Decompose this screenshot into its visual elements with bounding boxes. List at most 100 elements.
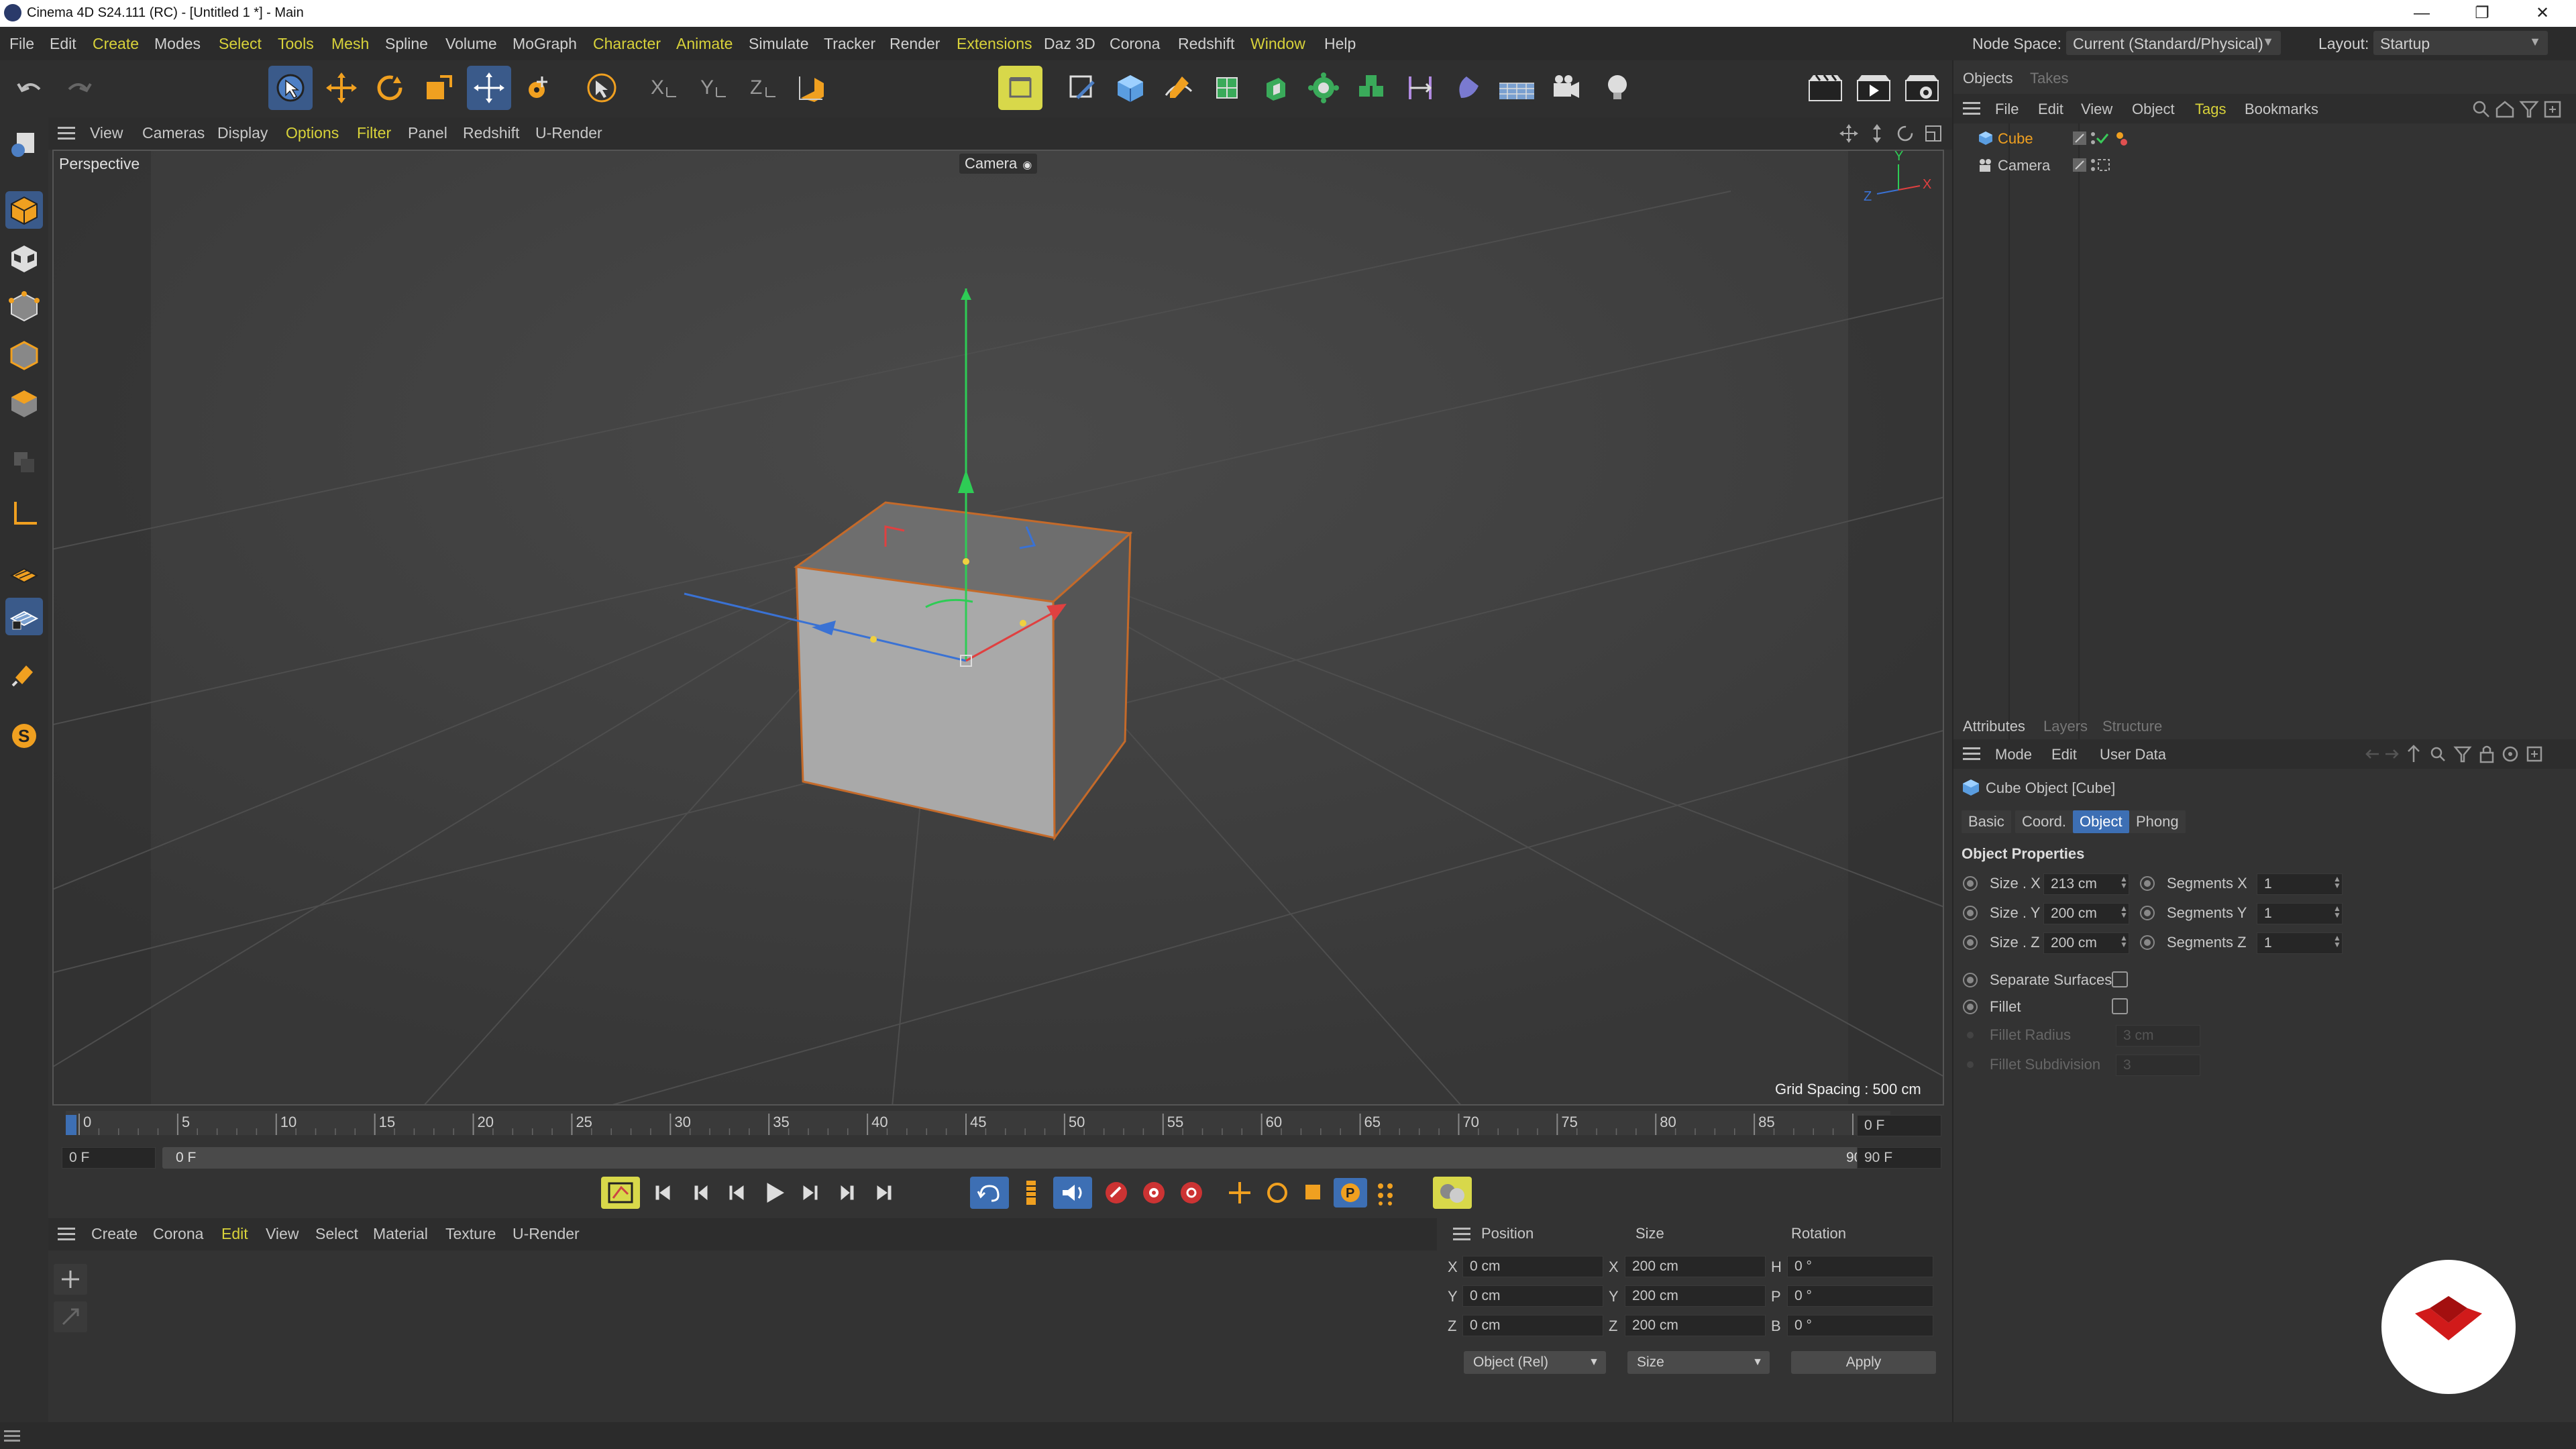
objects-menu-object[interactable]: Object [2132, 101, 2175, 118]
phong-tag-icon[interactable] [2116, 132, 2127, 146]
search-icon[interactable] [2430, 747, 2445, 761]
workplane-icon[interactable] [5, 555, 43, 592]
objects-menu-file[interactable]: File [1995, 101, 2019, 118]
animate-size-x-radio[interactable] [1963, 876, 1978, 891]
filter-icon[interactable] [2453, 746, 2472, 763]
maximize-view-icon[interactable] [1924, 124, 1943, 143]
extrude-icon[interactable] [1253, 66, 1297, 110]
animate-separate-surfaces-radio[interactable] [1963, 973, 1978, 987]
menu-create[interactable]: Create [93, 35, 139, 53]
viewport-menu-options[interactable]: Options [286, 124, 339, 142]
model-mode-icon[interactable] [5, 191, 43, 229]
viewport-menu-cameras[interactable]: Cameras [142, 124, 205, 142]
hamburger-menu-icon[interactable] [1453, 1228, 1470, 1230]
menu-volume[interactable]: Volume [445, 35, 497, 53]
live-selection-icon[interactable] [268, 66, 313, 110]
record-active-objects-icon[interactable] [1106, 1182, 1127, 1203]
tab-coord[interactable]: Coord. [2015, 810, 2074, 833]
3d-viewport[interactable]: Y Z X Perspective Camera ◉ Grid Spacing … [52, 150, 1944, 1106]
material-menu-corona[interactable]: Corona [153, 1225, 203, 1243]
lock-icon[interactable] [2479, 745, 2494, 763]
segments-x-stepper-icon[interactable]: ▲ ▼ [2333, 875, 2341, 890]
menu-spline[interactable]: Spline [385, 35, 428, 53]
rotate-icon[interactable] [368, 66, 412, 110]
segments-z-stepper-icon[interactable]: ▲ ▼ [2333, 934, 2341, 949]
tab-attributes[interactable]: Attributes [1963, 718, 2025, 735]
make-editable-icon[interactable] [5, 124, 43, 162]
menu-animate[interactable]: Animate [676, 35, 733, 53]
material-manager-area[interactable] [48, 1250, 1437, 1411]
animate-seg-x-radio[interactable] [2140, 876, 2155, 891]
segments-x-input[interactable]: 1 [2257, 873, 2343, 895]
axis-mode-icon[interactable] [5, 494, 43, 532]
sketch-icon[interactable] [1060, 66, 1104, 110]
hamburger-menu-icon[interactable] [4, 1430, 20, 1432]
tab-layers[interactable]: Layers [2043, 718, 2088, 735]
hamburger-menu-icon[interactable] [58, 1228, 75, 1230]
auto-keying-icon[interactable] [1143, 1182, 1165, 1203]
pan-view-icon[interactable] [1839, 124, 1858, 143]
material-menu-view[interactable]: View [266, 1225, 299, 1243]
subdivision-surface-icon[interactable] [1205, 66, 1249, 110]
menu-character[interactable]: Character [593, 35, 661, 53]
filter-icon[interactable] [2519, 101, 2539, 118]
tab-phong[interactable]: Phong [2129, 810, 2186, 833]
bulb-icon[interactable] [1595, 66, 1640, 110]
position-z-field[interactable]: 0 cm [1462, 1315, 1603, 1336]
size-z-field[interactable]: 200 cm [1625, 1315, 1766, 1336]
play-icon[interactable] [767, 1183, 784, 1203]
camera-icon[interactable] [1495, 66, 1539, 110]
enabled-check-icon[interactable] [2096, 133, 2109, 144]
tab-object[interactable]: Object [2073, 810, 2129, 833]
rotation-b-field[interactable]: 0 ° [1787, 1315, 1933, 1336]
zoom-view-icon[interactable] [1868, 124, 1886, 143]
playhead[interactable] [66, 1115, 76, 1135]
light-icon[interactable] [1544, 66, 1589, 110]
attributes-menu-mode[interactable]: Mode [1995, 746, 2032, 763]
layer-icon[interactable] [2073, 131, 2086, 145]
parameter-key-icon[interactable]: P [1334, 1178, 1367, 1208]
redo-icon[interactable] [56, 66, 101, 110]
rotate-view-icon[interactable] [1896, 124, 1915, 143]
rotation-p-field[interactable]: 0 ° [1787, 1285, 1933, 1307]
size-x-stepper-icon[interactable]: ▲ ▼ [2120, 875, 2128, 890]
undo-icon[interactable] [8, 66, 52, 110]
rotation-h-field[interactable]: 0 ° [1787, 1256, 1933, 1277]
move-icon[interactable] [319, 66, 364, 110]
animate-size-y-radio[interactable] [1963, 906, 1978, 920]
menu-select[interactable]: Select [219, 35, 262, 53]
material-menu-create[interactable]: Create [91, 1225, 138, 1243]
deformer-icon[interactable] [1398, 66, 1442, 110]
restore-icon[interactable]: ❐ [2455, 1, 2509, 25]
viewport-menu-view[interactable]: View [90, 124, 123, 142]
size-z-input[interactable]: 200 cm [2043, 932, 2129, 954]
scale-icon[interactable] [416, 66, 460, 110]
attributes-menu-edit[interactable]: Edit [2051, 746, 2077, 763]
voronoi-icon[interactable] [1350, 66, 1394, 110]
new-window-icon[interactable] [2526, 746, 2542, 762]
apply-button[interactable]: Apply [1791, 1351, 1936, 1374]
hamburger-menu-icon[interactable] [1963, 102, 1980, 104]
search-icon[interactable] [2473, 101, 2489, 117]
viewport-camera-label[interactable]: Camera ◉ [959, 154, 1038, 174]
previous-frame-icon[interactable] [729, 1185, 744, 1200]
up-arrow-icon[interactable] [2408, 745, 2420, 762]
next-frame-icon[interactable] [803, 1185, 818, 1200]
material-menu-texture[interactable]: Texture [445, 1225, 496, 1243]
rotation-key-icon[interactable] [1267, 1183, 1287, 1203]
menu-mesh[interactable]: Mesh [331, 35, 369, 53]
separate-surfaces-checkbox[interactable] [2112, 971, 2128, 987]
record-mode-icon[interactable] [601, 1177, 640, 1209]
texture-mode-icon[interactable] [5, 239, 43, 277]
tab-structure[interactable]: Structure [2102, 718, 2162, 735]
size-y-field[interactable]: 200 cm [1625, 1285, 1766, 1307]
z-axis-lock-icon[interactable]: Z [741, 66, 785, 110]
menu-modes[interactable]: Modes [154, 35, 201, 53]
size-y-input[interactable]: 200 cm [2043, 903, 2129, 924]
objects-menu-edit[interactable]: Edit [2038, 101, 2063, 118]
coordinate-system-icon[interactable] [789, 66, 833, 110]
animate-size-z-radio[interactable] [1963, 935, 1978, 950]
tab-objects[interactable]: Objects [1963, 70, 2013, 87]
size-mode-dropdown[interactable]: Size ▼ [1627, 1351, 1770, 1374]
cube-icon[interactable] [1108, 66, 1152, 110]
